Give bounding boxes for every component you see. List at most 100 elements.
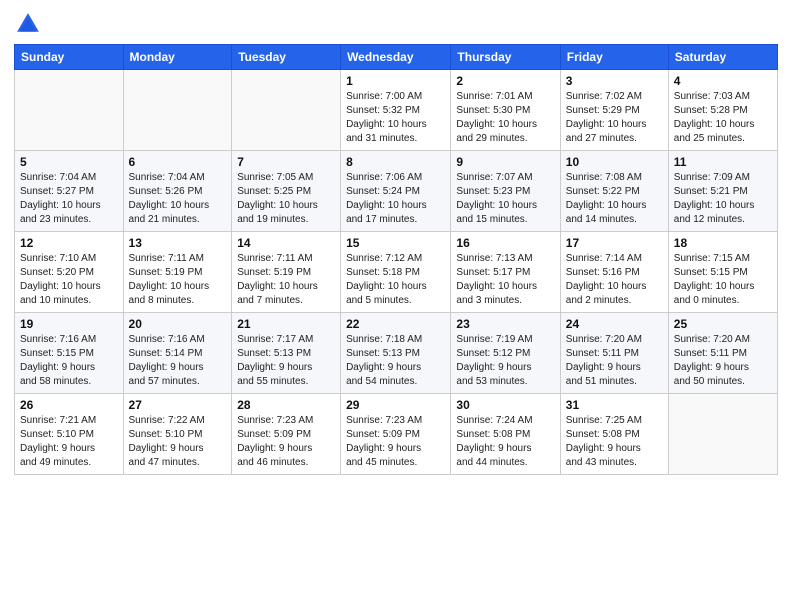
day-number: 16 — [456, 236, 554, 250]
day-number: 6 — [129, 155, 227, 169]
day-number: 22 — [346, 317, 445, 331]
calendar-cell: 14 Sunrise: 7:11 AM Sunset: 5:19 PM Dayli… — [232, 232, 341, 313]
day-info: Sunrise: 7:20 AM Sunset: 5:11 PM Dayligh… — [674, 333, 772, 389]
weekday-header-monday: Monday — [123, 45, 232, 70]
calendar-cell: 24 Sunrise: 7:20 AM Sunset: 5:11 PM Dayli… — [560, 313, 668, 394]
day-info: Sunrise: 7:07 AM Sunset: 5:23 PM Dayligh… — [456, 171, 554, 227]
day-number: 7 — [237, 155, 335, 169]
day-number: 8 — [346, 155, 445, 169]
day-info: Sunrise: 7:08 AM Sunset: 5:22 PM Dayligh… — [566, 171, 663, 227]
calendar-cell: 10 Sunrise: 7:08 AM Sunset: 5:22 PM Dayli… — [560, 151, 668, 232]
day-info: Sunrise: 7:01 AM Sunset: 5:30 PM Dayligh… — [456, 90, 554, 146]
calendar-cell: 19 Sunrise: 7:16 AM Sunset: 5:15 PM Dayli… — [15, 313, 124, 394]
calendar-table: SundayMondayTuesdayWednesdayThursdayFrid… — [14, 44, 778, 475]
calendar-cell: 3 Sunrise: 7:02 AM Sunset: 5:29 PM Daylig… — [560, 70, 668, 151]
day-info: Sunrise: 7:19 AM Sunset: 5:12 PM Dayligh… — [456, 333, 554, 389]
day-info: Sunrise: 7:13 AM Sunset: 5:17 PM Dayligh… — [456, 252, 554, 308]
day-info: Sunrise: 7:15 AM Sunset: 5:15 PM Dayligh… — [674, 252, 772, 308]
calendar-cell: 6 Sunrise: 7:04 AM Sunset: 5:26 PM Daylig… — [123, 151, 232, 232]
calendar-cell: 7 Sunrise: 7:05 AM Sunset: 5:25 PM Daylig… — [232, 151, 341, 232]
calendar-cell: 31 Sunrise: 7:25 AM Sunset: 5:08 PM Dayli… — [560, 394, 668, 475]
day-info: Sunrise: 7:12 AM Sunset: 5:18 PM Dayligh… — [346, 252, 445, 308]
day-number: 18 — [674, 236, 772, 250]
calendar-cell: 25 Sunrise: 7:20 AM Sunset: 5:11 PM Dayli… — [668, 313, 777, 394]
week-row-2: 5 Sunrise: 7:04 AM Sunset: 5:27 PM Daylig… — [15, 151, 778, 232]
day-info: Sunrise: 7:20 AM Sunset: 5:11 PM Dayligh… — [566, 333, 663, 389]
day-info: Sunrise: 7:03 AM Sunset: 5:28 PM Dayligh… — [674, 90, 772, 146]
day-info: Sunrise: 7:16 AM Sunset: 5:15 PM Dayligh… — [20, 333, 118, 389]
calendar-cell: 12Sunrise: 7:10 AM Sunset: 5:20 PM Dayli… — [15, 232, 124, 313]
day-info: Sunrise: 7:11 AM Sunset: 5:19 PM Dayligh… — [129, 252, 227, 308]
week-row-1: 1 Sunrise: 7:00 AM Sunset: 5:32 PM Daylig… — [15, 70, 778, 151]
week-row-3: 12Sunrise: 7:10 AM Sunset: 5:20 PM Dayli… — [15, 232, 778, 313]
day-info: Sunrise: 7:04 AM Sunset: 5:26 PM Dayligh… — [129, 171, 227, 227]
day-info: Sunrise: 7:25 AM Sunset: 5:08 PM Dayligh… — [566, 414, 663, 470]
day-info: Sunrise: 7:00 AM Sunset: 5:32 PM Dayligh… — [346, 90, 445, 146]
day-number: 23 — [456, 317, 554, 331]
calendar-cell: 13 Sunrise: 7:11 AM Sunset: 5:19 PM Dayli… — [123, 232, 232, 313]
calendar-cell: 2 Sunrise: 7:01 AM Sunset: 5:30 PM Daylig… — [451, 70, 560, 151]
day-number: 13 — [129, 236, 227, 250]
day-info: Sunrise: 7:23 AM Sunset: 5:09 PM Dayligh… — [346, 414, 445, 470]
calendar-cell: 15 Sunrise: 7:12 AM Sunset: 5:18 PM Dayli… — [341, 232, 451, 313]
calendar-cell: 20 Sunrise: 7:16 AM Sunset: 5:14 PM Dayli… — [123, 313, 232, 394]
day-number: 12 — [20, 236, 118, 250]
logo — [14, 10, 46, 38]
calendar-cell: 22 Sunrise: 7:18 AM Sunset: 5:13 PM Dayli… — [341, 313, 451, 394]
calendar-cell: 28Sunrise: 7:23 AM Sunset: 5:09 PM Dayli… — [232, 394, 341, 475]
week-row-4: 19 Sunrise: 7:16 AM Sunset: 5:15 PM Dayli… — [15, 313, 778, 394]
day-info: Sunrise: 7:02 AM Sunset: 5:29 PM Dayligh… — [566, 90, 663, 146]
day-info: Sunrise: 7:04 AM Sunset: 5:27 PM Dayligh… — [20, 171, 118, 227]
day-number: 2 — [456, 74, 554, 88]
day-info: Sunrise: 7:21 AM Sunset: 5:10 PM Dayligh… — [20, 414, 118, 470]
day-number: 4 — [674, 74, 772, 88]
calendar-cell: 8Sunrise: 7:06 AM Sunset: 5:24 PM Daylig… — [341, 151, 451, 232]
calendar-cell: 5 Sunrise: 7:04 AM Sunset: 5:27 PM Daylig… — [15, 151, 124, 232]
calendar-cell: 9Sunrise: 7:07 AM Sunset: 5:23 PM Daylig… — [451, 151, 560, 232]
weekday-header-wednesday: Wednesday — [341, 45, 451, 70]
day-info: Sunrise: 7:18 AM Sunset: 5:13 PM Dayligh… — [346, 333, 445, 389]
day-info: Sunrise: 7:11 AM Sunset: 5:19 PM Dayligh… — [237, 252, 335, 308]
calendar-cell: 18 Sunrise: 7:15 AM Sunset: 5:15 PM Dayli… — [668, 232, 777, 313]
calendar-cell: 21Sunrise: 7:17 AM Sunset: 5:13 PM Dayli… — [232, 313, 341, 394]
weekday-header-saturday: Saturday — [668, 45, 777, 70]
calendar-cell: 26Sunrise: 7:21 AM Sunset: 5:10 PM Dayli… — [15, 394, 124, 475]
day-number: 10 — [566, 155, 663, 169]
day-number: 25 — [674, 317, 772, 331]
calendar-cell: 11 Sunrise: 7:09 AM Sunset: 5:21 PM Dayli… — [668, 151, 777, 232]
day-number: 15 — [346, 236, 445, 250]
day-number: 3 — [566, 74, 663, 88]
day-number: 20 — [129, 317, 227, 331]
calendar-cell: 4 Sunrise: 7:03 AM Sunset: 5:28 PM Daylig… — [668, 70, 777, 151]
calendar-cell: 30Sunrise: 7:24 AM Sunset: 5:08 PM Dayli… — [451, 394, 560, 475]
day-number: 27 — [129, 398, 227, 412]
calendar-cell — [668, 394, 777, 475]
header — [14, 10, 778, 38]
calendar-cell — [123, 70, 232, 151]
day-number: 31 — [566, 398, 663, 412]
day-info: Sunrise: 7:05 AM Sunset: 5:25 PM Dayligh… — [237, 171, 335, 227]
calendar-cell: 23 Sunrise: 7:19 AM Sunset: 5:12 PM Dayli… — [451, 313, 560, 394]
calendar-cell: 17Sunrise: 7:14 AM Sunset: 5:16 PM Dayli… — [560, 232, 668, 313]
day-info: Sunrise: 7:14 AM Sunset: 5:16 PM Dayligh… — [566, 252, 663, 308]
day-number: 29 — [346, 398, 445, 412]
day-number: 5 — [20, 155, 118, 169]
weekday-header-thursday: Thursday — [451, 45, 560, 70]
day-number: 30 — [456, 398, 554, 412]
day-number: 11 — [674, 155, 772, 169]
weekday-header-tuesday: Tuesday — [232, 45, 341, 70]
day-info: Sunrise: 7:17 AM Sunset: 5:13 PM Dayligh… — [237, 333, 335, 389]
calendar-cell: 27Sunrise: 7:22 AM Sunset: 5:10 PM Dayli… — [123, 394, 232, 475]
week-row-5: 26Sunrise: 7:21 AM Sunset: 5:10 PM Dayli… — [15, 394, 778, 475]
calendar-cell — [15, 70, 124, 151]
day-number: 14 — [237, 236, 335, 250]
day-number: 28 — [237, 398, 335, 412]
day-info: Sunrise: 7:16 AM Sunset: 5:14 PM Dayligh… — [129, 333, 227, 389]
page: SundayMondayTuesdayWednesdayThursdayFrid… — [0, 0, 792, 612]
logo-icon — [14, 10, 42, 38]
day-number: 19 — [20, 317, 118, 331]
calendar-cell: 1 Sunrise: 7:00 AM Sunset: 5:32 PM Daylig… — [341, 70, 451, 151]
day-number: 1 — [346, 74, 445, 88]
day-number: 24 — [566, 317, 663, 331]
day-info: Sunrise: 7:09 AM Sunset: 5:21 PM Dayligh… — [674, 171, 772, 227]
